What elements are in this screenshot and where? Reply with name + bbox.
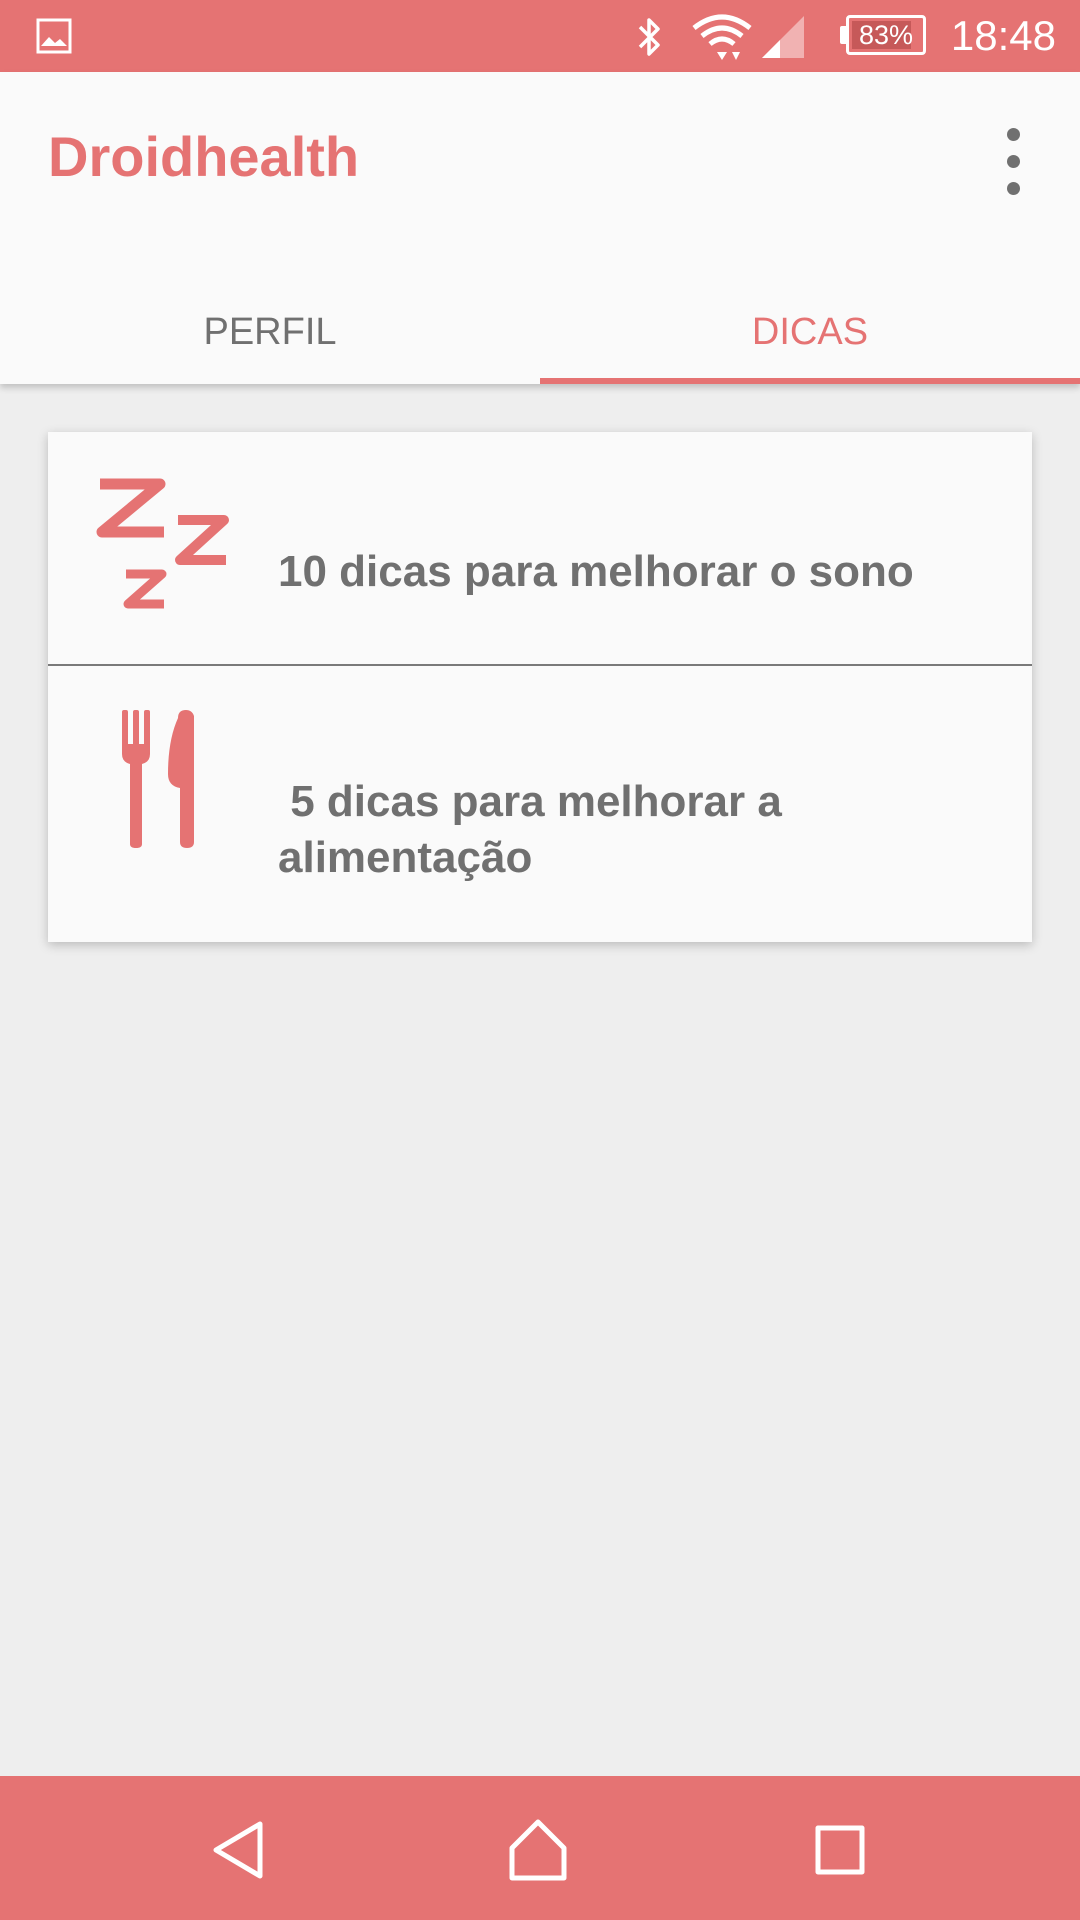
battery-icon: 83% <box>846 15 926 55</box>
cell-signal-icon <box>760 14 810 65</box>
back-icon[interactable] <box>208 1818 272 1882</box>
app-bar: Droidhealth PERFIL DICAS <box>0 72 1080 384</box>
tip-label-sleep: 10 dicas para melhorar o sono <box>278 547 914 596</box>
image-notification-icon <box>36 18 72 59</box>
tab-bar: PERFIL DICAS <box>0 280 1080 384</box>
tip-item-sleep[interactable]: 10 dicas para melhorar o sono <box>48 432 1032 666</box>
sleep-zzz-icon <box>96 478 232 623</box>
status-clock: 18:48 <box>950 12 1056 59</box>
tip-label-food: 5 dicas para melhorar a alimentação <box>278 777 795 882</box>
tab-indicator <box>540 378 1080 384</box>
bluetooth-icon <box>632 14 668 65</box>
navigation-bar <box>0 1776 1080 1920</box>
fork-knife-icon <box>120 710 210 853</box>
tab-dicas[interactable]: DICAS <box>540 280 1080 384</box>
tab-perfil[interactable]: PERFIL <box>0 280 540 384</box>
battery-percent: 83% <box>858 20 914 50</box>
more-vertical-icon[interactable] <box>994 128 1034 208</box>
app-title: Droidhealth <box>48 125 360 188</box>
tips-card: 10 dicas para melhorar o sono 5 dicas pa… <box>48 432 1032 942</box>
recent-apps-icon[interactable] <box>808 1818 872 1882</box>
status-bar: 83% 18:48 <box>0 0 1080 72</box>
tip-item-food[interactable]: 5 dicas para melhorar a alimentação <box>48 666 1032 942</box>
home-icon[interactable] <box>506 1818 570 1882</box>
wifi-icon <box>692 14 752 69</box>
